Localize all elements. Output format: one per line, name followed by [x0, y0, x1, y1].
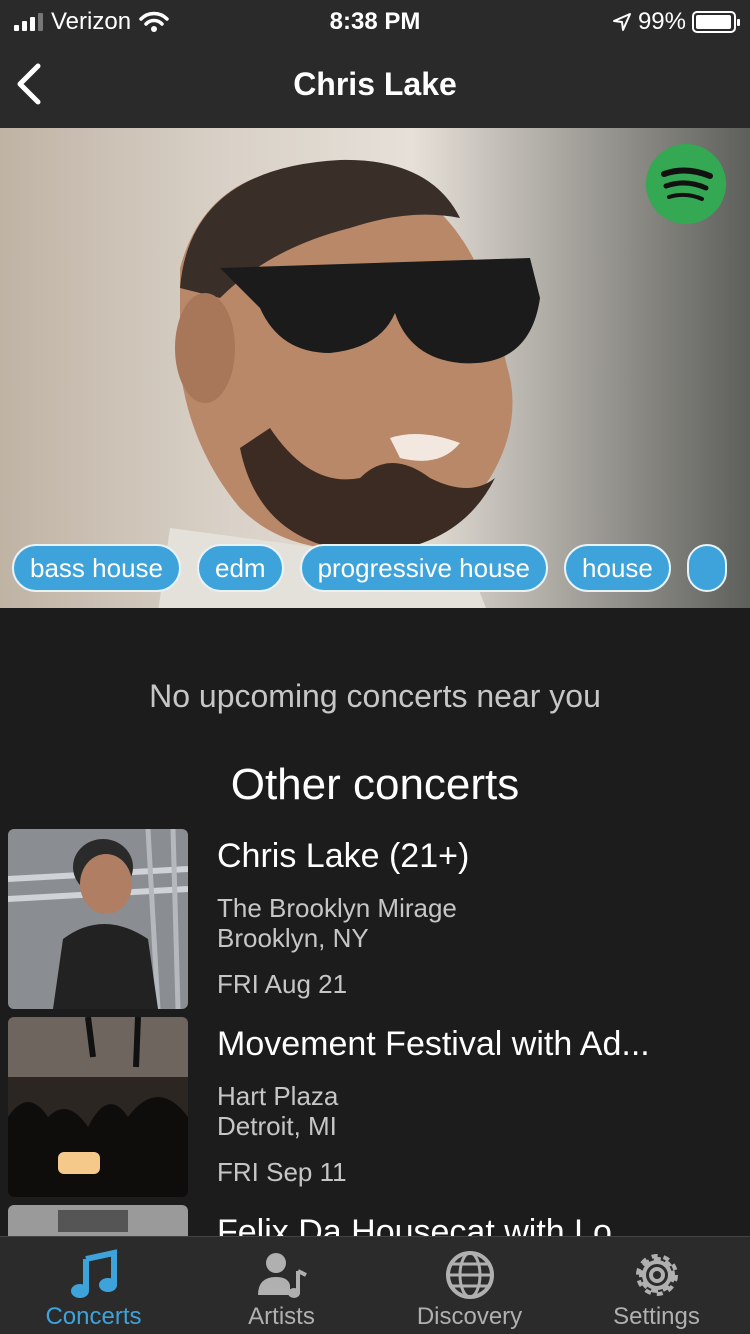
tab-artists[interactable]: Artists	[188, 1237, 375, 1334]
genre-tag[interactable]: progressive house	[299, 544, 549, 592]
genre-tag-overflow[interactable]	[686, 544, 727, 592]
globe-icon	[446, 1251, 494, 1299]
battery-icon	[692, 11, 740, 33]
tab-label: Concerts	[45, 1303, 142, 1330]
section-title: Other concerts	[230, 760, 520, 809]
gear-icon	[636, 1254, 678, 1296]
page-title: Chris Lake	[293, 66, 457, 102]
concert-venue: Hart Plaza Detroit, MI	[217, 1081, 338, 1141]
tab-label: Artists	[248, 1303, 315, 1330]
genre-tags: bass house edm progressive house house	[12, 544, 727, 592]
artists-icon	[258, 1253, 307, 1298]
concert-thumbnail	[8, 829, 188, 1009]
concert-thumbnail	[8, 1017, 188, 1197]
tab-label: Settings	[613, 1303, 700, 1330]
concert-thumbnail	[8, 1205, 188, 1236]
venue-city: Detroit, MI	[217, 1111, 337, 1141]
concert-date: FRI Sep 11	[217, 1157, 347, 1187]
spotify-icon[interactable]	[646, 144, 726, 224]
genre-tag[interactable]: house	[564, 544, 671, 592]
artist-hero-image: bass house edm progressive house house	[0, 128, 750, 608]
tab-discovery[interactable]: Discovery	[376, 1237, 563, 1334]
location-arrow-icon	[612, 13, 631, 31]
battery-percent: 99%	[637, 8, 686, 35]
concert-list-item[interactable]: Felix Da Housecat with Lo...	[8, 1205, 750, 1236]
no-upcoming-message: No upcoming concerts near you	[149, 678, 601, 714]
venue-name: Hart Plaza	[217, 1081, 339, 1111]
tab-concerts[interactable]: Concerts	[0, 1237, 187, 1334]
tab-label: Discovery	[416, 1303, 523, 1330]
status-bar: Verizon 8:38 PM 99%	[0, 0, 750, 40]
tab-bar: Concerts Artists Discovery Settings	[0, 1236, 750, 1334]
concert-date: FRI Aug 21	[217, 969, 348, 999]
status-right: 99%	[612, 8, 740, 36]
genre-tag[interactable]: bass house	[12, 544, 181, 592]
concert-venue: The Brooklyn Mirage Brooklyn, NY	[217, 893, 457, 953]
tab-settings[interactable]: Settings	[563, 1237, 750, 1334]
concert-list-item[interactable]: Movement Festival with Ad... Hart Plaza …	[8, 1017, 750, 1197]
genre-tag[interactable]: edm	[196, 544, 284, 592]
concert-name: Chris Lake (21+)	[217, 837, 470, 875]
artist-photo	[158, 159, 540, 608]
navigation-bar: Chris Lake	[0, 40, 750, 128]
music-note-icon	[71, 1249, 117, 1298]
venue-name: The Brooklyn Mirage	[217, 893, 457, 923]
concert-name: Felix Da Housecat with Lo...	[217, 1213, 641, 1236]
concert-name: Movement Festival with Ad...	[217, 1025, 650, 1063]
venue-city: Brooklyn, NY	[217, 923, 369, 953]
concert-list-item[interactable]: Chris Lake (21+) The Brooklyn Mirage Bro…	[8, 829, 750, 1009]
